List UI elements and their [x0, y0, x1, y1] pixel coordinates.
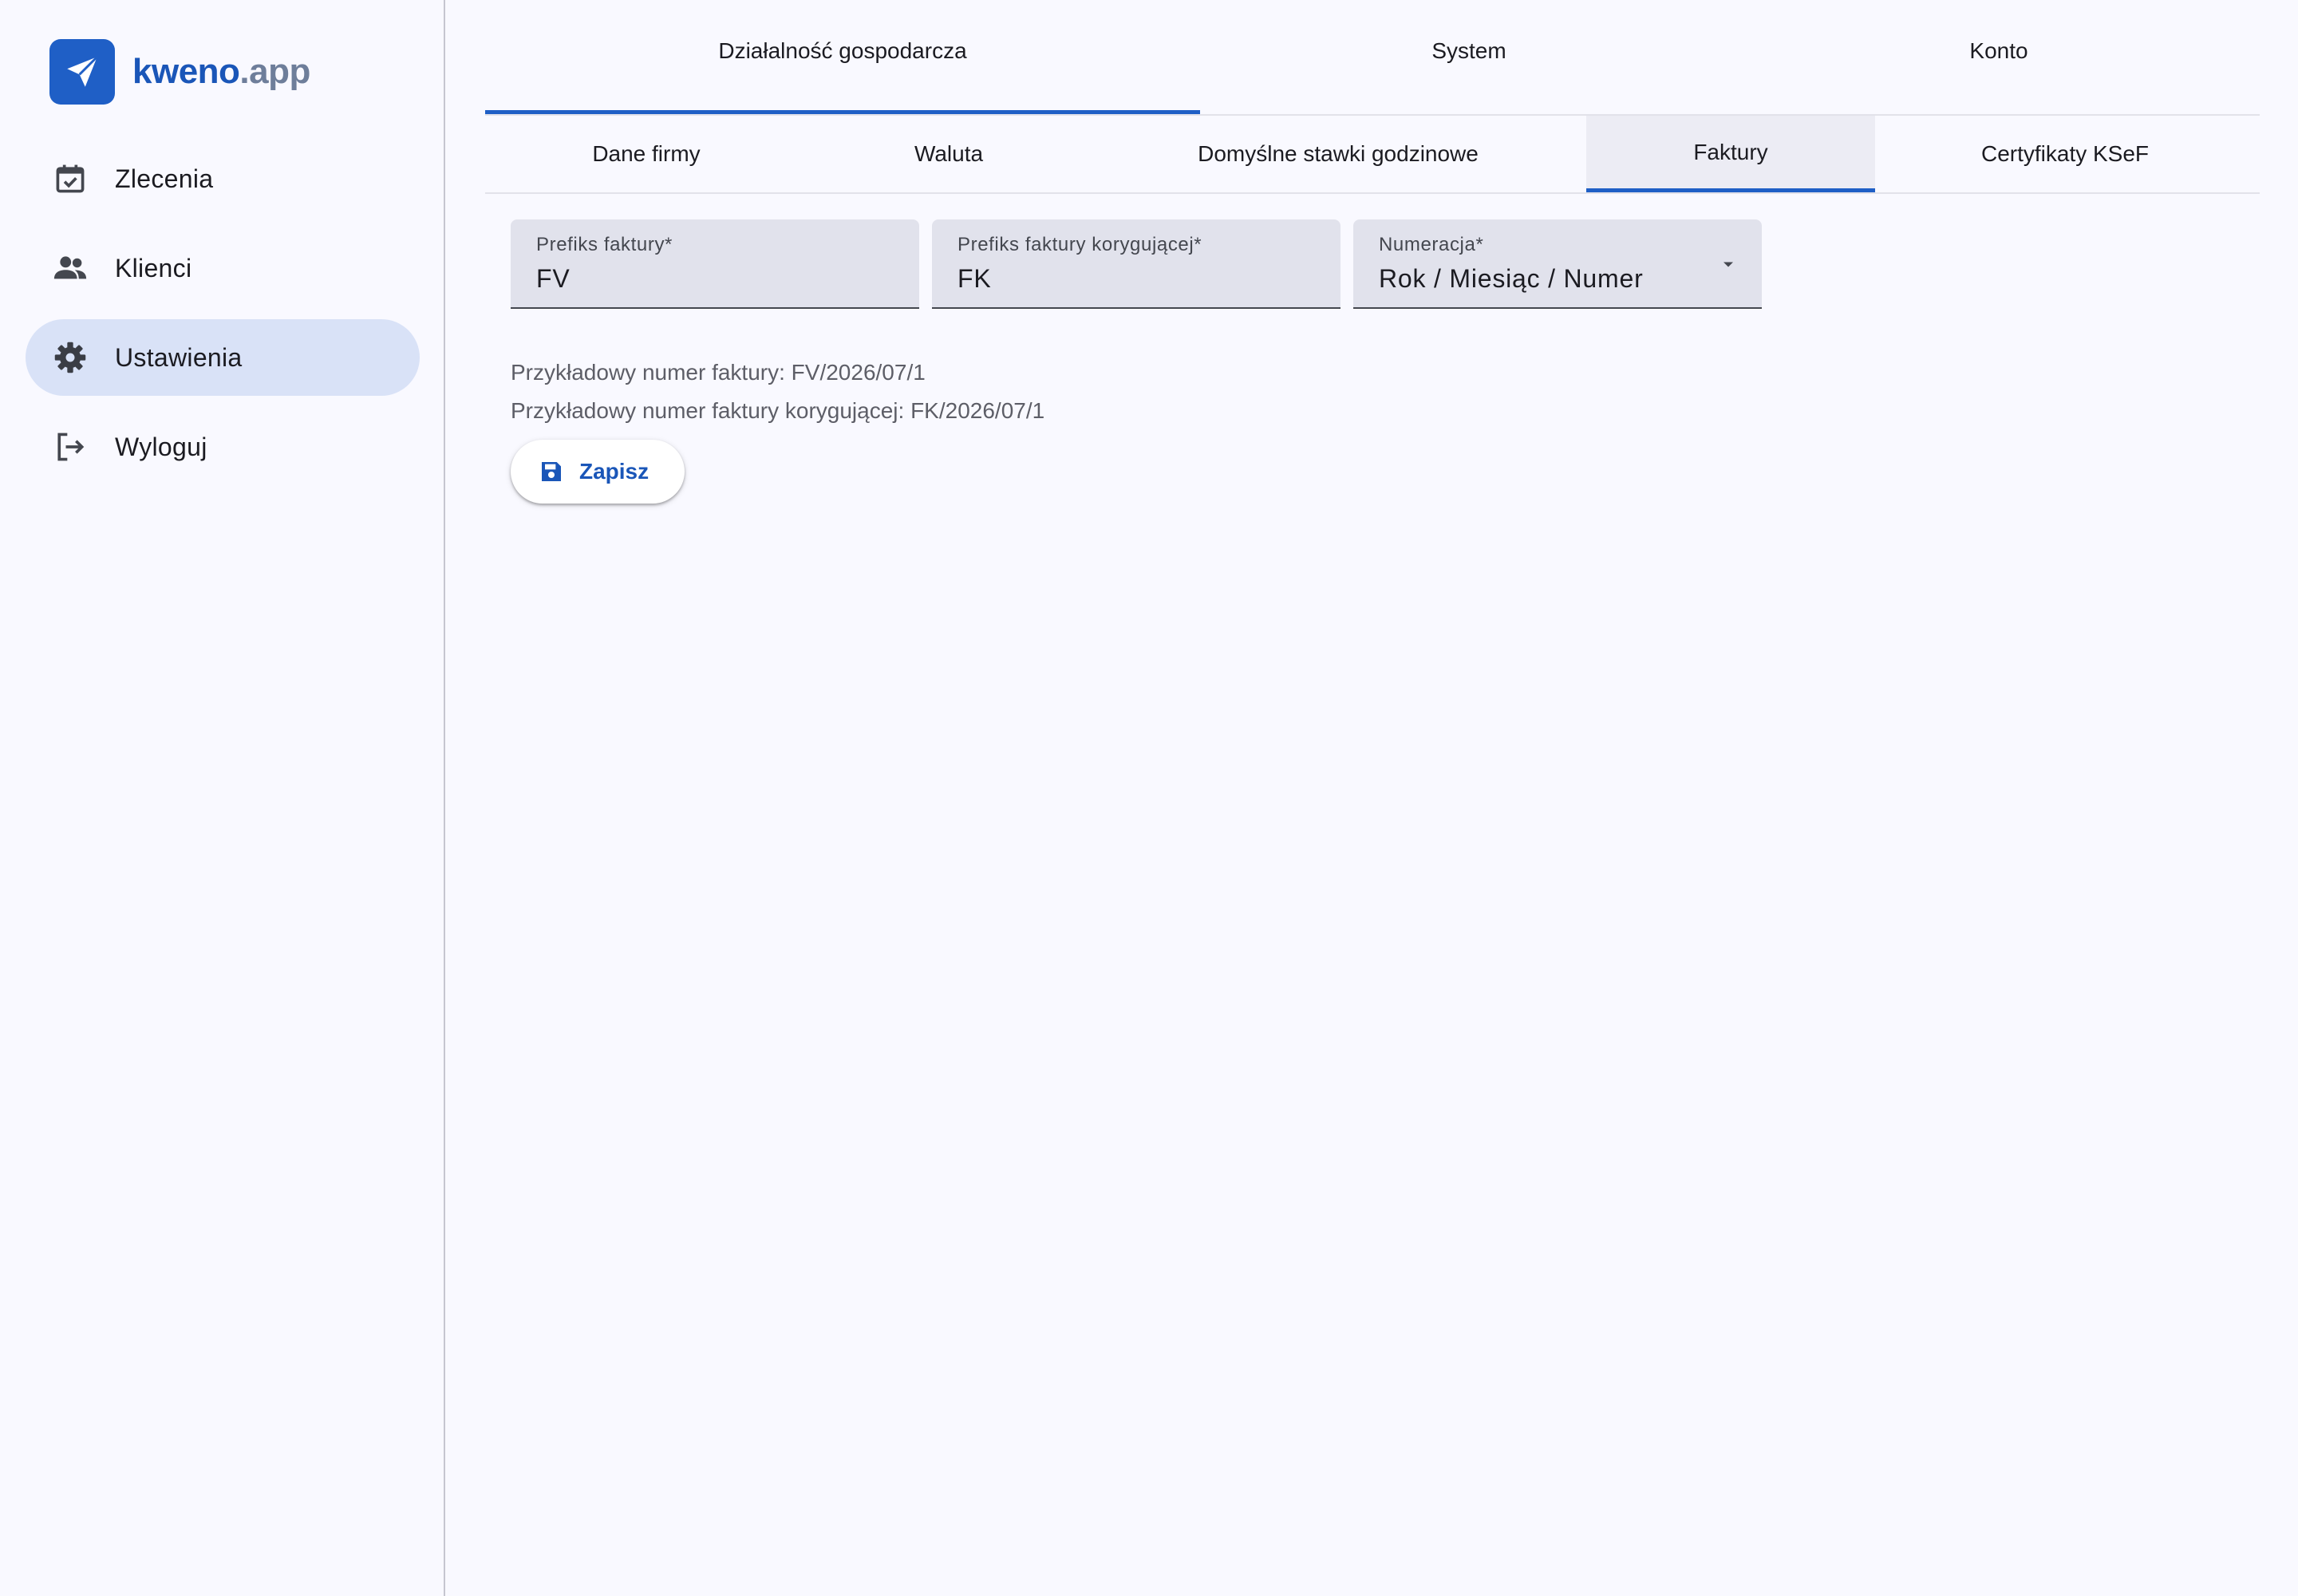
- sidebar-nav: Zlecenia Klienci Ustawienia Wyloguj: [26, 140, 420, 498]
- gear-icon: [51, 338, 89, 377]
- tab-konto[interactable]: Konto: [1738, 0, 2260, 114]
- paper-plane-icon: [49, 39, 115, 105]
- sidebar-item-ustawienia[interactable]: Ustawienia: [26, 319, 420, 396]
- brand-name-primary: kweno: [132, 52, 240, 91]
- numbering-value[interactable]: Rok / Miesiąc / Numer: [1379, 264, 1644, 294]
- correction-prefix-value[interactable]: FK: [958, 264, 992, 294]
- sidebar-item-klienci[interactable]: Klienci: [26, 230, 420, 306]
- sidebar-item-label: Ustawienia: [115, 342, 243, 372]
- example-correction-number: Przykładowy numer faktury korygującej: F…: [511, 398, 1045, 423]
- save-button[interactable]: Zapisz: [511, 440, 685, 504]
- sidebar-item-zlecenia[interactable]: Zlecenia: [26, 140, 420, 217]
- invoice-prefix-label: Prefiks faktury*: [536, 234, 673, 255]
- tab-dzialalnosc-gospodarcza[interactable]: Działalność gospodarcza: [485, 0, 1200, 114]
- sidebar: kweno.app Zlecenia Klienci Ustawienia Wy…: [0, 0, 445, 1596]
- tab-waluta[interactable]: Waluta: [807, 116, 1090, 192]
- tab-faktury[interactable]: Faktury: [1586, 116, 1875, 192]
- people-icon: [51, 249, 89, 287]
- invoice-prefix-value[interactable]: FV: [536, 264, 571, 294]
- main-content: Działalność gospodarcza System Konto Dan…: [485, 0, 2260, 504]
- sidebar-item-wyloguj[interactable]: Wyloguj: [26, 409, 420, 485]
- logout-icon: [51, 428, 89, 466]
- sub-tabs: Dane firmy Waluta Domyślne stawki godzin…: [485, 116, 2260, 194]
- tab-dane-firmy[interactable]: Dane firmy: [485, 116, 807, 192]
- save-icon: [538, 458, 565, 485]
- numbering-label: Numeracja*: [1379, 234, 1484, 255]
- tab-system[interactable]: System: [1200, 0, 1738, 114]
- save-label: Zapisz: [579, 459, 650, 484]
- form-fields: Prefiks faktury* FV Prefiks faktury kory…: [511, 219, 2260, 309]
- sidebar-item-label: Wyloguj: [115, 432, 207, 461]
- caret-down-icon[interactable]: [1716, 251, 1741, 277]
- calendar-check-icon: [51, 160, 89, 198]
- main-tabs: Działalność gospodarcza System Konto: [485, 0, 2260, 116]
- tab-domyslne-stawki-godzinowe[interactable]: Domyślne stawki godzinowe: [1090, 116, 1586, 192]
- invoice-settings-form: Prefiks faktury* FV Prefiks faktury kory…: [485, 194, 2260, 504]
- examples: Przykładowy numer faktury: FV/2026/07/1 …: [511, 354, 2260, 430]
- example-invoice-number: Przykładowy numer faktury: FV/2026/07/1: [511, 360, 926, 385]
- sidebar-item-label: Zlecenia: [115, 164, 214, 193]
- sidebar-item-label: Klienci: [115, 253, 192, 282]
- tab-certyfikaty-ksef[interactable]: Certyfikaty KSeF: [1875, 116, 2255, 192]
- app: kweno.app Zlecenia Klienci Ustawienia Wy…: [0, 0, 2298, 1596]
- correction-prefix-label: Prefiks faktury korygującej*: [958, 234, 1202, 255]
- brand[interactable]: kweno.app: [49, 38, 310, 105]
- correction-prefix-field[interactable]: Prefiks faktury korygującej* FK: [932, 219, 1340, 309]
- brand-name: kweno.app: [132, 54, 310, 89]
- brand-name-secondary: .app: [239, 52, 310, 91]
- invoice-prefix-field[interactable]: Prefiks faktury* FV: [511, 219, 919, 309]
- numbering-select[interactable]: Numeracja* Rok / Miesiąc / Numer: [1353, 219, 1762, 309]
